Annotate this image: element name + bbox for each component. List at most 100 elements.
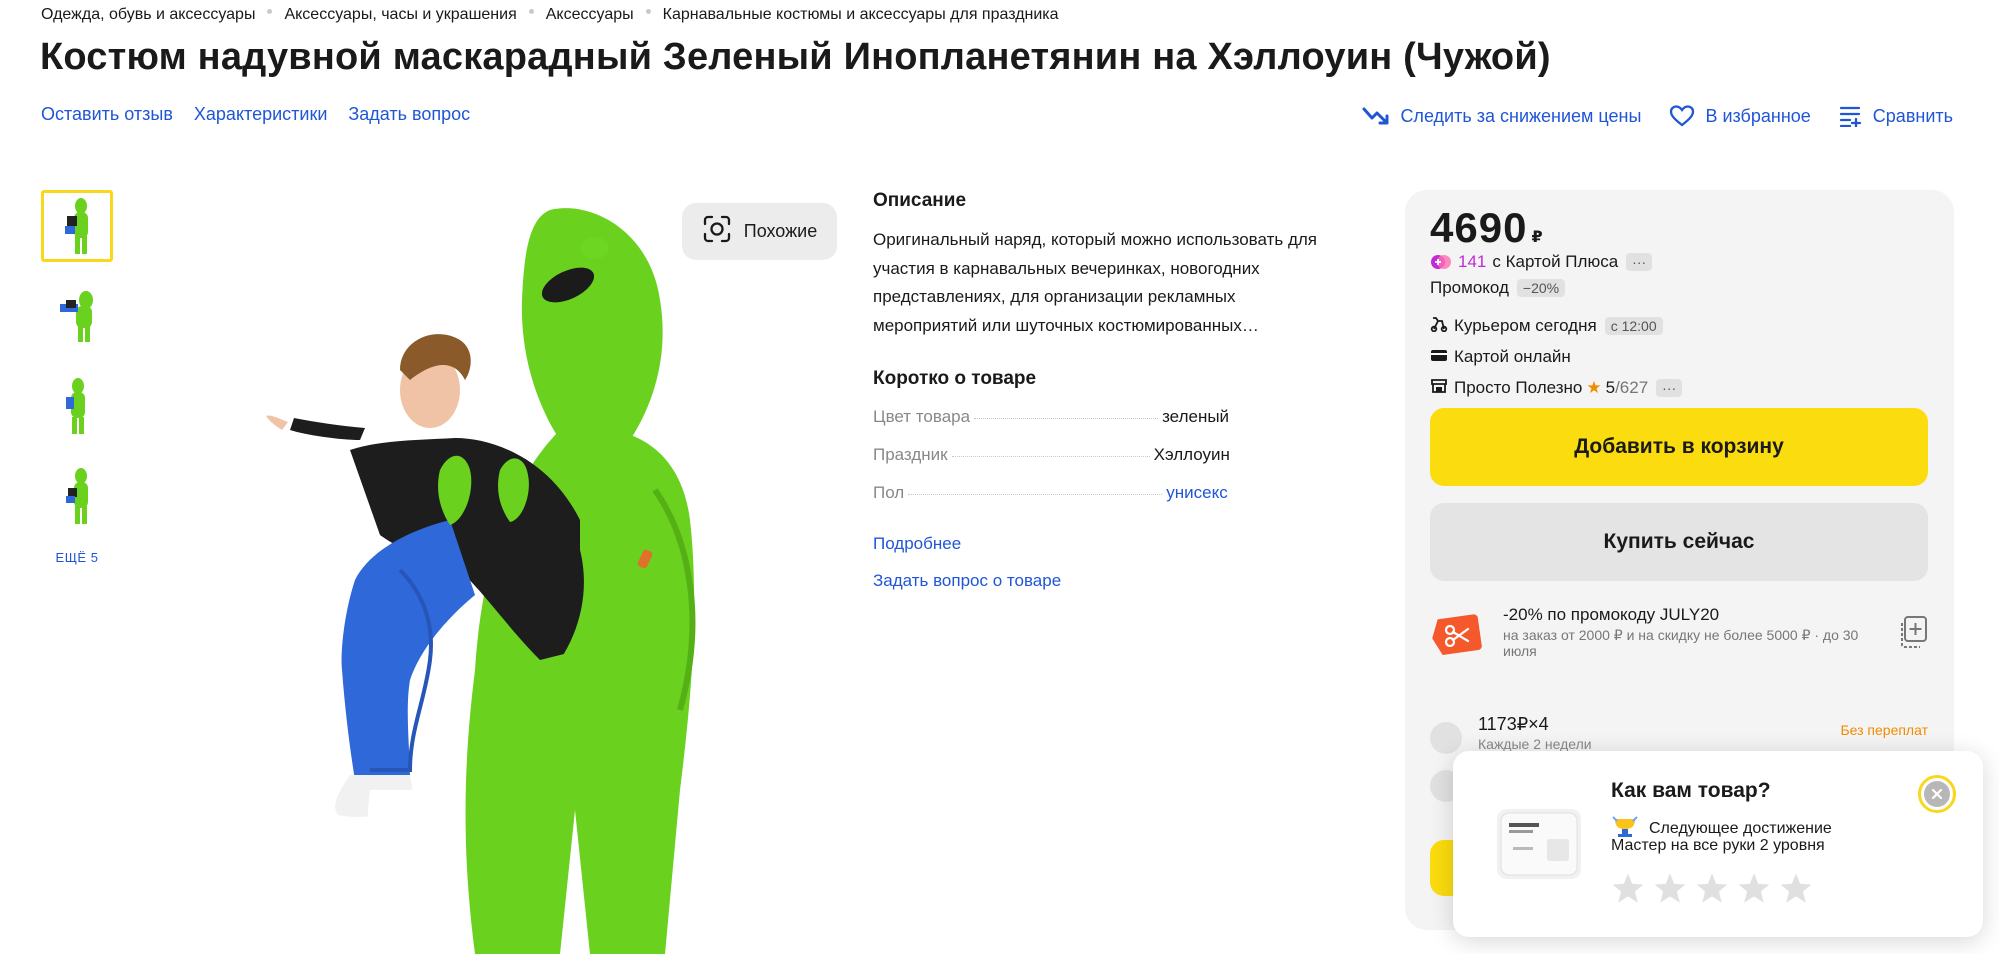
breadcrumb: Одежда, обувь и аксессуары Аксессуары, ч… — [41, 6, 1059, 24]
installment-period: Каждые 2 недели — [1478, 736, 1592, 752]
price-currency: ₽ — [1531, 229, 1544, 246]
delivery-info: Курьером сегодня с 12:00 Картой онлайн П… — [1430, 314, 1683, 407]
thumbnail-4[interactable] — [41, 460, 113, 532]
promo-discount-badge: −20% — [1516, 279, 1566, 297]
installment-tag: Без переплат — [1840, 722, 1928, 738]
card-icon — [1430, 347, 1454, 367]
star-rating-3[interactable] — [1695, 872, 1729, 904]
thumbnail-list: ЕЩЁ 5 — [41, 190, 113, 565]
compare-icon — [1839, 105, 1863, 127]
spec-row-gender: Пол унисекс — [873, 483, 1333, 504]
close-popup-button[interactable] — [1918, 775, 1956, 813]
thumbnail-3[interactable] — [41, 370, 113, 442]
more-details-link[interactable]: Подробнее — [873, 534, 1333, 554]
achievement-name: Мастер на все руки 2 уровня — [1611, 837, 1825, 854]
buy-now-button[interactable]: Купить сейчас — [1430, 503, 1928, 581]
lens-scan-icon — [702, 214, 732, 249]
payment-row: Картой онлайн — [1430, 345, 1682, 369]
product-actions: Оставить отзыв Характеристики Задать воп… — [41, 104, 470, 125]
ask-question-link[interactable]: Задать вопрос — [348, 104, 470, 125]
thumbnail-image — [60, 291, 93, 342]
spec-value: Хэллоуин — [1153, 445, 1230, 464]
plus-text: с Картой Плюса — [1492, 252, 1619, 271]
add-to-cart-button[interactable]: Добавить в корзину — [1430, 408, 1928, 486]
thumbnail-image — [66, 378, 85, 434]
more-photos-link[interactable]: ЕЩЁ 5 — [41, 550, 113, 565]
star-rating-5[interactable] — [1779, 872, 1813, 904]
seller-reviews: /627 — [1615, 378, 1649, 397]
spec-value-link[interactable]: унисекс — [1166, 483, 1227, 503]
thumbnail-1[interactable] — [41, 190, 113, 262]
copy-icon[interactable] — [1898, 615, 1928, 654]
compare-label: Сравнить — [1872, 105, 1953, 126]
plus-points: 141 — [1458, 252, 1487, 271]
seller-more-button[interactable]: ··· — [1656, 379, 1683, 397]
price-watch-label: Следить за снижением цены — [1400, 105, 1642, 126]
description-links: Подробнее Задать вопрос о товаре — [873, 534, 1333, 591]
similar-products-button[interactable]: Похожие — [682, 203, 837, 260]
radio-button[interactable] — [1430, 722, 1462, 754]
shop-icon — [1430, 378, 1454, 399]
star-rating-1[interactable] — [1611, 872, 1645, 904]
plus-points-icon — [1430, 254, 1452, 270]
breadcrumb-item-accessories-watches[interactable]: Аксессуары, часы и украшения — [284, 6, 516, 24]
breadcrumb-separator — [528, 8, 534, 14]
specs-link[interactable]: Характеристики — [194, 104, 327, 125]
favorite-label: В избранное — [1705, 105, 1811, 126]
star-rating-4[interactable] — [1737, 872, 1771, 904]
breadcrumb-item-costumes[interactable]: Карнавальные костюмы и аксессуары для пр… — [663, 6, 1059, 24]
spec-dots — [974, 418, 1159, 419]
price: 4690 ₽ — [1430, 204, 1544, 252]
product-tools: Следить за снижением цены В избранное Ср… — [1334, 104, 1953, 128]
star-rating-2[interactable] — [1653, 872, 1687, 904]
leave-review-link[interactable]: Оставить отзыв — [41, 104, 173, 125]
star-icon: ★ — [1586, 378, 1602, 397]
breadcrumb-item-accessories[interactable]: Аксессуары — [546, 6, 634, 24]
seller-name[interactable]: Просто Полезно — [1454, 378, 1582, 398]
price-watch-button[interactable]: Следить за снижением цены — [1362, 105, 1641, 127]
spec-value: зеленый — [1162, 407, 1230, 426]
spec-dots — [951, 456, 1150, 457]
breadcrumb-item-clothes[interactable]: Одежда, обувь и аксессуары — [41, 6, 255, 24]
description-text: Оригинальный наряд, который можно исполь… — [873, 230, 1317, 335]
short-info-title: Коротко о товаре — [873, 368, 1037, 389]
thumbnail-2[interactable] — [41, 280, 113, 352]
delivery-text: Курьером сегодня — [1454, 316, 1597, 335]
page-title: Костюм надувной маскарадный Зеленый Иноп… — [40, 36, 1551, 78]
promo-code-block: -20% по промокоду JULY20 на заказ от 200… — [1430, 605, 1928, 675]
delivery-time-badge: с 12:00 — [1604, 317, 1663, 335]
price-drop-icon — [1362, 105, 1390, 127]
spec-row-holiday: Праздник Хэллоуин — [873, 445, 1333, 466]
rating-stars — [1611, 872, 1813, 904]
scissors-coupon-icon — [1430, 613, 1482, 657]
installment-amount: 1173₽×4 — [1478, 714, 1549, 734]
spec-dots — [908, 494, 1163, 495]
rating-popup: Как вам товар? Следующее достижение Маст… — [1453, 751, 1983, 937]
ask-about-product-link[interactable]: Задать вопрос о товаре — [873, 571, 1333, 591]
seller-rating: 5 — [1605, 378, 1616, 397]
promo-code-conditions: на заказ от 2000 ₽ и на скидку не более … — [1503, 627, 1859, 659]
plus-cashback-row: 141 с Картой Плюса ··· — [1430, 252, 1653, 272]
spec-key: Праздник — [873, 445, 948, 464]
delivery-row: Курьером сегодня с 12:00 — [1430, 314, 1682, 338]
promo-label: Промокод — [1430, 278, 1509, 297]
plus-more-button[interactable]: ··· — [1626, 253, 1653, 271]
favorite-button[interactable]: В избранное — [1669, 104, 1811, 128]
promo-row: Промокод −20% — [1430, 278, 1566, 298]
compare-button[interactable]: Сравнить — [1839, 105, 1953, 127]
main-product-image[interactable] — [260, 190, 840, 954]
thumbnail-image — [66, 468, 88, 524]
breadcrumb-separator — [267, 8, 273, 14]
thumbnail-image — [65, 198, 88, 254]
spec-row-color: Цвет товара зеленый — [873, 407, 1333, 428]
description-title: Описание — [873, 190, 967, 211]
spec-key: Цвет товара — [873, 407, 971, 426]
achievement-label: Следующее достижение — [1649, 819, 1832, 837]
price-value: 4690 — [1430, 204, 1528, 251]
promo-code-title: -20% по промокоду JULY20 — [1503, 605, 1720, 624]
similar-label: Похожие — [743, 221, 818, 241]
courier-icon — [1430, 316, 1454, 337]
heart-icon — [1669, 104, 1695, 128]
payment-text: Картой онлайн — [1454, 347, 1571, 366]
product-description: Описание Оригинальный наряд, который мож… — [873, 190, 1333, 608]
